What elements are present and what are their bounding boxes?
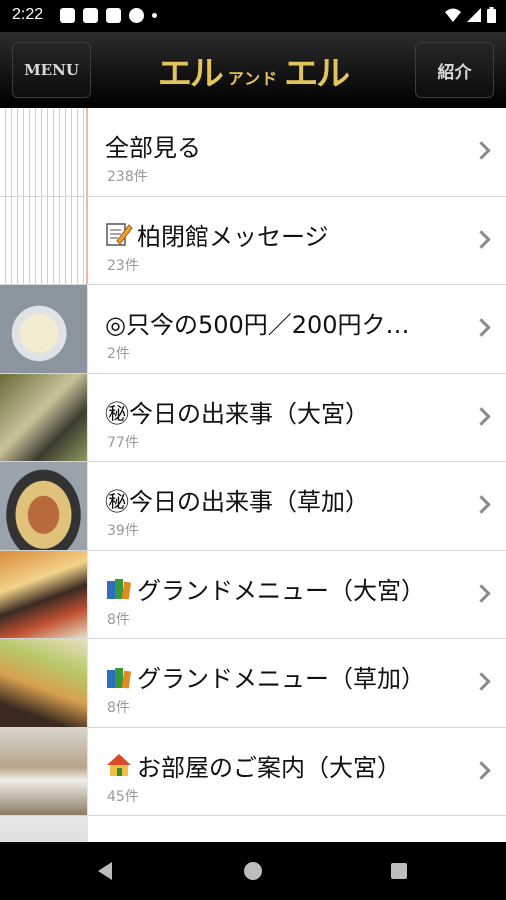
app-header: MENU エル アンド エル 紹介 bbox=[0, 32, 506, 108]
chevron-right-icon bbox=[472, 672, 491, 691]
status-bar: 2:22 bbox=[0, 0, 506, 32]
list-item-count: 8件 bbox=[107, 611, 130, 628]
logo-text-mid: アンド bbox=[227, 69, 279, 88]
chevron-right-icon bbox=[472, 406, 491, 426]
thumbnail-image bbox=[0, 108, 88, 196]
chevron-right-icon bbox=[472, 229, 491, 249]
list-item-count: 45件 bbox=[107, 788, 139, 805]
house-icon bbox=[105, 752, 133, 778]
books-icon bbox=[105, 575, 133, 601]
thumbnail-image bbox=[0, 373, 88, 461]
thumbnail-image bbox=[0, 816, 88, 842]
list-item[interactable]: ◎只今の500円／200円ク… 2件 bbox=[0, 285, 506, 374]
thumbnail-image bbox=[0, 727, 88, 815]
chevron-right-icon bbox=[472, 583, 491, 603]
chevron-right-icon bbox=[472, 318, 491, 337]
system-icons bbox=[445, 7, 496, 23]
app-notification-icon bbox=[106, 8, 121, 23]
system-navigation-bar bbox=[0, 842, 506, 900]
thumbnail-image bbox=[0, 550, 88, 638]
list-item-all[interactable]: 全部見る 238件 bbox=[0, 108, 506, 197]
memo-icon bbox=[105, 221, 133, 247]
thumbnail-image bbox=[0, 196, 88, 284]
list-item-title: グランドメニュー（草加） bbox=[105, 659, 425, 694]
list-item-count: 23件 bbox=[107, 257, 139, 274]
thumbnail-image bbox=[0, 462, 88, 550]
list-item-title: ◎只今の500円／200円ク… bbox=[105, 311, 410, 339]
list-item-title: お部屋のご案内（大宮） bbox=[105, 748, 401, 783]
list-item-title: ㊙今日の出来事（草加） bbox=[105, 488, 369, 516]
list-item-count: 2件 bbox=[107, 346, 130, 362]
thumbnail-image bbox=[0, 639, 88, 727]
app-notification-icon bbox=[129, 8, 144, 23]
signal-icon bbox=[467, 8, 481, 22]
list-item-title: 全部見る bbox=[105, 134, 201, 162]
app-notification-icon bbox=[83, 8, 98, 23]
logo-text-right: エル bbox=[284, 54, 350, 94]
list-item[interactable]: ㊙今日の出来事（大宮） 77件 bbox=[0, 373, 506, 462]
thumbnail-image bbox=[0, 285, 88, 373]
logo-text-left: エル bbox=[157, 54, 224, 94]
list-item-count: 8件 bbox=[107, 700, 130, 716]
chevron-right-icon bbox=[472, 495, 491, 514]
books-icon bbox=[105, 664, 133, 690]
list-item[interactable]: グランドメニュー（大宮） 8件 bbox=[0, 550, 506, 639]
list-item[interactable]: お部屋のご案内（大宮） 45件 bbox=[0, 727, 506, 816]
battery-icon bbox=[487, 7, 496, 23]
list-item-title: ㊙今日の出来事（大宮） bbox=[105, 399, 369, 428]
app-notification-icon bbox=[60, 8, 75, 23]
chevron-right-icon bbox=[472, 141, 491, 160]
list-item[interactable]: ㊙今日の出来事（草加） 39件 bbox=[0, 462, 506, 551]
list-item-title: 柏閉館メッセージ bbox=[105, 217, 329, 252]
back-icon[interactable] bbox=[98, 862, 112, 880]
list-item-count: 77件 bbox=[107, 434, 139, 451]
list-item-count: 238件 bbox=[107, 169, 148, 185]
more-notifications-icon bbox=[152, 13, 157, 18]
app-logo: エル アンド エル bbox=[120, 46, 386, 94]
category-list: 全部見る 238件 柏閉館メッセージ 23件 ◎只今の500円／200円ク… 2… bbox=[0, 108, 506, 842]
list-item-count: 39件 bbox=[107, 523, 139, 539]
list-item[interactable]: グランドメニュー（草加） 8件 bbox=[0, 639, 506, 728]
list-item-title: グランドメニュー（大宮） bbox=[105, 571, 425, 606]
chevron-right-icon bbox=[472, 760, 491, 780]
notification-icons bbox=[60, 8, 157, 23]
intro-button[interactable]: 紹介 bbox=[415, 42, 494, 98]
list-item-partial[interactable] bbox=[0, 816, 506, 842]
home-icon[interactable] bbox=[244, 862, 262, 880]
menu-button[interactable]: MENU bbox=[12, 42, 91, 98]
wifi-icon bbox=[445, 8, 461, 22]
list-item[interactable]: 柏閉館メッセージ 23件 bbox=[0, 196, 506, 285]
recent-apps-icon[interactable] bbox=[391, 863, 407, 879]
status-time: 2:22 bbox=[12, 6, 44, 23]
